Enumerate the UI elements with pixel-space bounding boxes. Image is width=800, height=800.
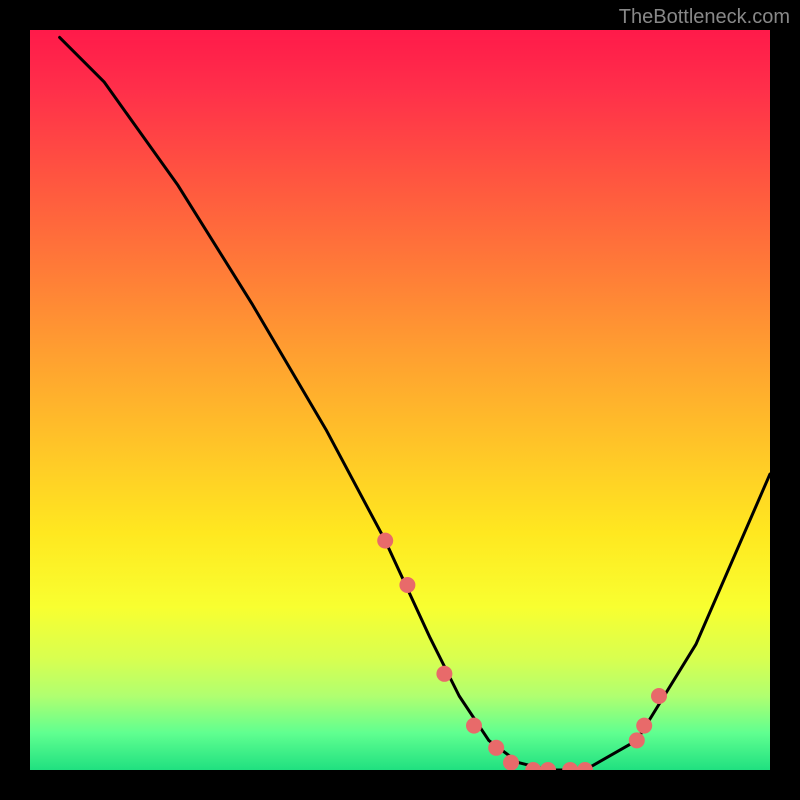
chart-svg — [30, 30, 770, 770]
marker-layer — [377, 533, 667, 770]
data-point — [377, 533, 393, 549]
watermark-text: TheBottleneck.com — [619, 6, 790, 29]
chart-container: TheBottleneck.com — [0, 0, 800, 800]
data-point — [466, 718, 482, 734]
data-point — [562, 762, 578, 770]
data-point — [651, 688, 667, 704]
bottleneck-curve — [60, 37, 770, 770]
data-point — [525, 762, 541, 770]
data-point — [436, 666, 452, 682]
data-point — [577, 762, 593, 770]
data-point — [399, 577, 415, 593]
data-point — [540, 762, 556, 770]
data-point — [636, 718, 652, 734]
data-point — [488, 740, 504, 756]
plot-area — [30, 30, 770, 770]
data-point — [503, 755, 519, 770]
curve-layer — [60, 37, 770, 770]
data-point — [629, 732, 645, 748]
